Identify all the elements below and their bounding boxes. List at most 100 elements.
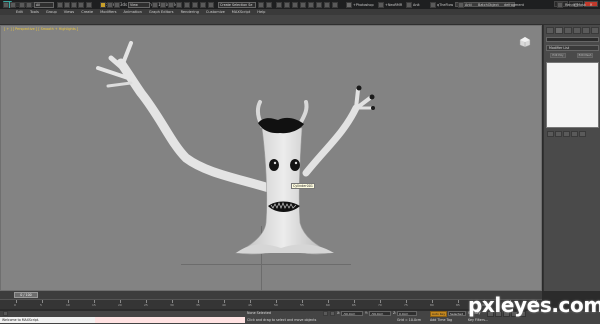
timeline-tick-label: 85	[456, 303, 460, 307]
select-manipulate-icon[interactable]	[160, 2, 166, 8]
render-setup-icon[interactable]	[316, 2, 322, 8]
remove-modifier-icon[interactable]	[571, 131, 578, 137]
material-editor-icon[interactable]	[308, 2, 314, 8]
neormr-script-icon[interactable]	[378, 2, 384, 8]
modifier-list-dropdown[interactable]: Modifier List	[546, 45, 599, 51]
select-object-icon[interactable]	[57, 2, 63, 8]
timeline-tick-label: 55	[300, 303, 304, 307]
auto-key-button[interactable]: Auto Key	[430, 311, 447, 317]
rectangle-selection-icon[interactable]	[71, 2, 77, 8]
maxscript-mini-icon[interactable]	[3, 311, 8, 316]
z-coord-field[interactable]: 0.0cm	[397, 311, 417, 316]
pin-stack-icon[interactable]	[547, 131, 554, 137]
viewport-label[interactable]: [ + ] [ Perspective ] [ Smooth + Highlig…	[4, 27, 78, 31]
select-and-move-icon[interactable]	[86, 2, 92, 8]
render-mask-icon[interactable]	[557, 2, 563, 8]
timeline-tick-label: 0	[14, 303, 16, 307]
edit-poly-button[interactable]: Edit Poly	[550, 53, 566, 58]
defragment-label[interactable]: defragment	[504, 2, 524, 8]
anit-script-icon[interactable]	[406, 2, 412, 8]
display-tab-icon[interactable]	[582, 27, 590, 34]
main-toolbar	[0, 15, 600, 25]
photoshop-script-label[interactable]: +Photoshop	[353, 2, 374, 8]
tree-creature-model[interactable]	[86, 38, 386, 268]
absolute-mode-icon[interactable]	[330, 311, 335, 316]
graphite-toolset-icon[interactable]	[284, 2, 290, 8]
x-coord-label: X:	[337, 311, 341, 315]
time-slider[interactable]: 0 / 100	[14, 292, 38, 298]
layer-manager-icon[interactable]	[276, 2, 282, 8]
keyboard-shortcut-icon[interactable]	[168, 2, 174, 8]
anti-script-icon[interactable]	[458, 2, 464, 8]
modifier-stack-list[interactable]	[546, 62, 599, 128]
timeline-tick-label: 60	[326, 303, 330, 307]
mirror-icon[interactable]	[258, 2, 264, 8]
spinner-snap-icon[interactable]	[200, 2, 206, 8]
snaps-toggle-icon[interactable]	[176, 2, 182, 8]
reference-coordinate-dropdown[interactable]: View	[128, 2, 150, 8]
timeline-tick-label: 40	[222, 303, 226, 307]
schematic-view-icon[interactable]	[300, 2, 306, 8]
timeline-tick-label: 80	[430, 303, 434, 307]
close-button[interactable]: ✕	[584, 1, 598, 7]
maxscript-listener[interactable]: Welcome to MAXScript.	[0, 317, 95, 323]
x-coord-field[interactable]: -50.0cm	[341, 311, 363, 316]
select-by-name-icon[interactable]	[64, 2, 70, 8]
track-bar[interactable]	[0, 299, 542, 309]
timeline-tick-label: 35	[196, 303, 200, 307]
link-icon[interactable]	[19, 2, 25, 8]
edit-named-selection-icon[interactable]	[208, 2, 214, 8]
time-slider-track[interactable]	[0, 291, 542, 299]
select-and-move-active-icon[interactable]	[100, 2, 106, 8]
create-tab-icon[interactable]	[546, 27, 554, 34]
key-filters-button[interactable]: Key Filters...	[468, 318, 488, 322]
photoshop-script-icon[interactable]	[346, 2, 352, 8]
rendered-frame-window-icon[interactable]	[324, 2, 330, 8]
z-coord-label: Z:	[393, 311, 397, 315]
timeline-tick-label: 75	[404, 303, 408, 307]
configure-modifier-sets-icon[interactable]	[579, 131, 586, 137]
select-and-scale-icon[interactable]	[114, 2, 120, 8]
window-crossing-icon[interactable]	[78, 2, 84, 8]
theflow-script-icon[interactable]	[430, 2, 436, 8]
selection-filter-dropdown[interactable]: All	[34, 2, 54, 8]
perspective-viewport[interactable]: [ + ] [ Perspective ] [ Smooth + Highlig…	[0, 25, 542, 296]
prompt-line: Click and drag to select and move object…	[247, 318, 317, 322]
key-mode-dropdown[interactable]: Selected	[448, 311, 466, 316]
make-unique-icon[interactable]	[563, 131, 570, 137]
timeline-tick-label: 20	[118, 303, 122, 307]
timeline-tick-label: 10	[66, 303, 70, 307]
lock-selection-icon[interactable]	[323, 311, 328, 316]
motion-tab-icon[interactable]	[573, 27, 581, 34]
batch-object-label[interactable]: BatchObject	[478, 2, 499, 8]
timeline-tick-label: 70	[378, 303, 382, 307]
align-icon[interactable]	[266, 2, 272, 8]
show-end-result-icon[interactable]	[555, 131, 562, 137]
undo-icon[interactable]	[3, 2, 9, 8]
select-and-rotate-icon[interactable]	[107, 2, 113, 8]
redo-icon[interactable]	[10, 2, 16, 8]
hierarchy-tab-icon[interactable]	[564, 27, 572, 34]
add-time-tag-button[interactable]: Add Time Tag	[430, 318, 452, 322]
anti-script-label[interactable]: Anti	[465, 2, 472, 8]
timeline-tick	[16, 300, 17, 303]
pivot-center-icon[interactable]	[152, 2, 158, 8]
viewcube-icon[interactable]	[518, 36, 532, 48]
grid-size-label: Grid = 10.0cm	[397, 318, 422, 322]
curve-editor-icon[interactable]	[292, 2, 298, 8]
neormr-script-label[interactable]: +NeoRMR	[385, 2, 402, 8]
angle-snap-icon[interactable]	[184, 2, 190, 8]
object-name-field[interactable]	[546, 37, 599, 42]
maxscript-output[interactable]	[95, 317, 245, 323]
utilities-tab-icon[interactable]	[591, 27, 599, 34]
percent-snap-icon[interactable]	[192, 2, 198, 8]
modify-tab-icon[interactable]	[555, 27, 563, 34]
render-production-icon[interactable]	[332, 2, 338, 8]
render-mask-label[interactable]: RenderMask	[565, 2, 586, 8]
unlink-icon[interactable]	[26, 2, 32, 8]
anit-script-label[interactable]: Anit	[413, 2, 420, 8]
named-selection-set-input[interactable]: Create Selection Se	[218, 2, 256, 8]
y-coord-field[interactable]: -59.0cm	[369, 311, 391, 316]
edit-mesh-button[interactable]: Edit Mesh	[577, 53, 593, 58]
theflow-script-label[interactable]: qTheFlow	[437, 2, 453, 8]
